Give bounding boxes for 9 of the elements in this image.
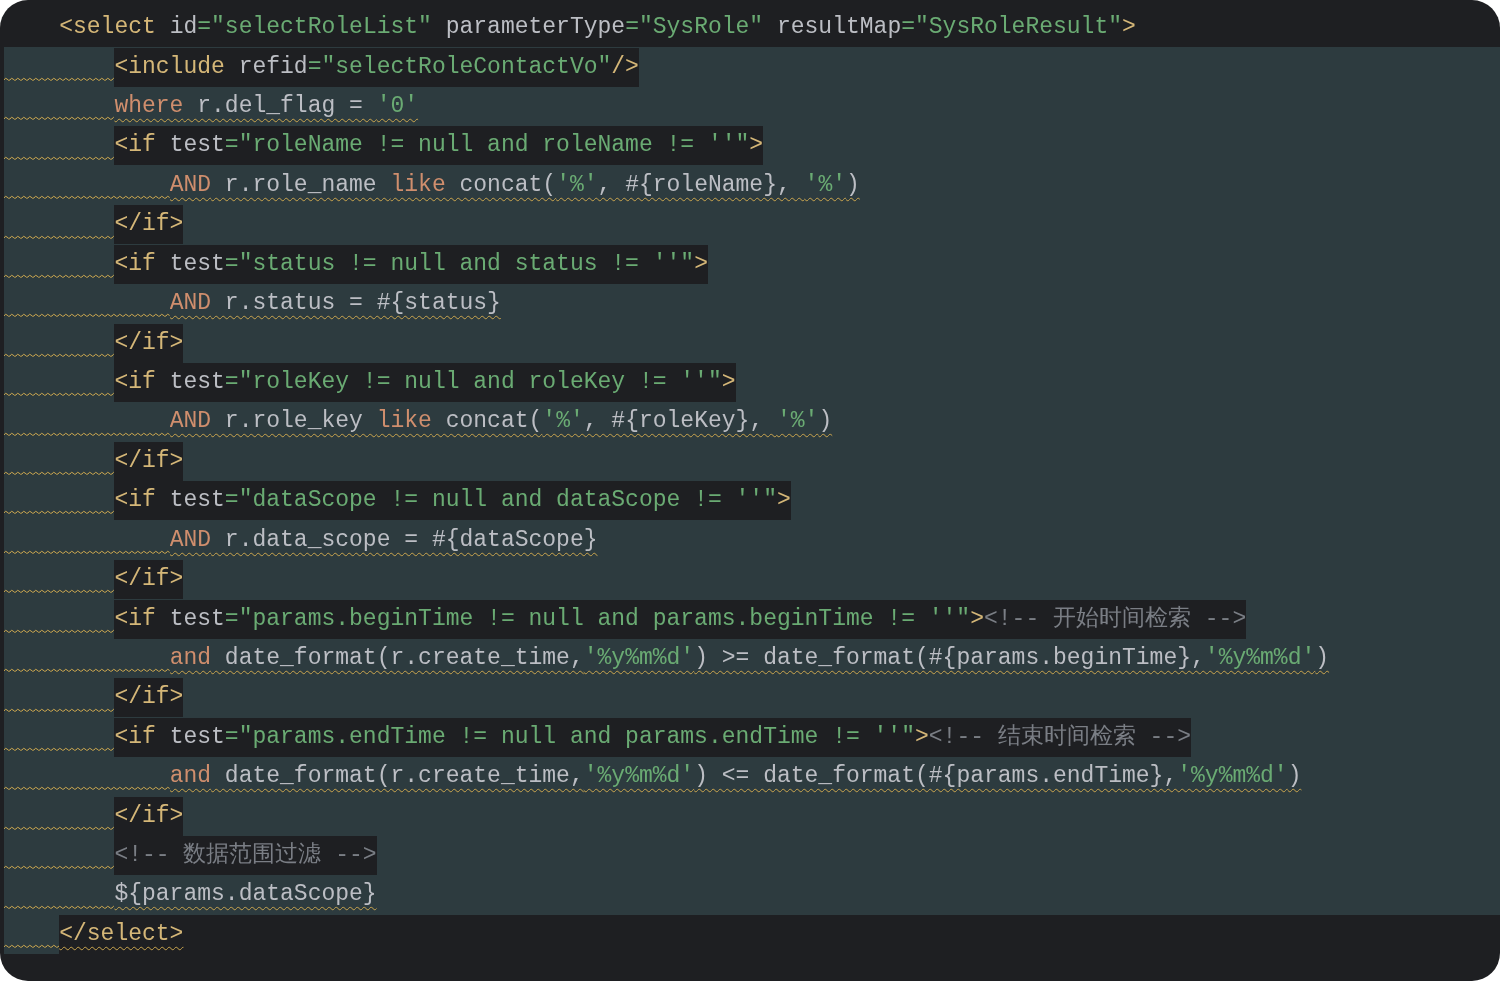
- code-line: AND r.data_scope = #{dataScope}: [169, 525, 598, 555]
- code-line: ${params.dataScope}: [114, 880, 377, 910]
- code-line: AND r.role_name like concat('%', #{roleName}, '%'): [169, 170, 860, 200]
- code-line: where r.del_flag = '0': [114, 92, 419, 122]
- code-line: </select>: [59, 919, 184, 949]
- code-line: and date_format(r.create_time,'%y%m%d') >= date_format(#{params.beginTime},'%y%m%d'): [169, 643, 1330, 673]
- code-line: AND r.role_key like concat('%', #{roleKey}, '%'): [169, 407, 833, 437]
- code-line: AND r.status = #{status}: [169, 289, 501, 319]
- code-line: and date_format(r.create_time,'%y%m%d') <= date_format(#{params.endTime},'%y%m%d'): [169, 762, 1302, 792]
